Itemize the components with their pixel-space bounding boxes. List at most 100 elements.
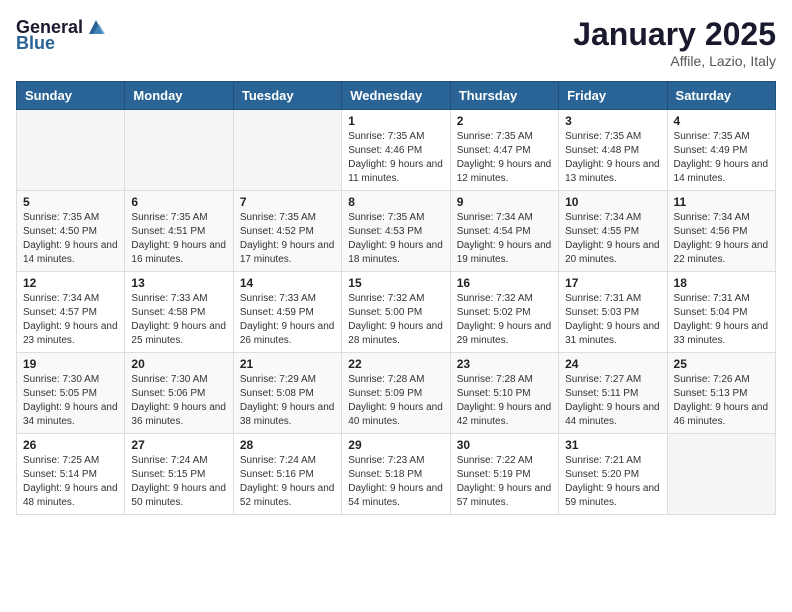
- day-info: Sunrise: 7:35 AMSunset: 4:46 PMDaylight:…: [348, 130, 443, 186]
- weekday-header: Wednesday: [342, 82, 450, 110]
- day-info: Sunrise: 7:35 AMSunset: 4:48 PMDaylight:…: [565, 130, 660, 186]
- day-info: Sunrise: 7:24 AMSunset: 5:16 PMDaylight:…: [240, 454, 335, 510]
- day-info: Sunrise: 7:27 AMSunset: 5:11 PMDaylight:…: [565, 373, 660, 429]
- day-number: 21: [240, 357, 335, 371]
- calendar-cell: 16 Sunrise: 7:32 AMSunset: 5:02 PMDayligh…: [450, 272, 558, 353]
- day-number: 2: [457, 114, 552, 128]
- day-number: 22: [348, 357, 443, 371]
- calendar-week-row: 26 Sunrise: 7:25 AMSunset: 5:14 PMDayligh…: [17, 434, 776, 515]
- day-number: 7: [240, 195, 335, 209]
- calendar-cell: 11 Sunrise: 7:34 AMSunset: 4:56 PMDayligh…: [667, 191, 775, 272]
- day-number: 6: [131, 195, 226, 209]
- calendar-cell: 27 Sunrise: 7:24 AMSunset: 5:15 PMDayligh…: [125, 434, 233, 515]
- weekday-header: Friday: [559, 82, 667, 110]
- calendar-cell: 3 Sunrise: 7:35 AMSunset: 4:48 PMDaylight…: [559, 110, 667, 191]
- day-number: 1: [348, 114, 443, 128]
- day-number: 27: [131, 438, 226, 452]
- calendar-week-row: 1 Sunrise: 7:35 AMSunset: 4:46 PMDaylight…: [17, 110, 776, 191]
- day-info: Sunrise: 7:30 AMSunset: 5:06 PMDaylight:…: [131, 373, 226, 429]
- day-number: 28: [240, 438, 335, 452]
- day-number: 3: [565, 114, 660, 128]
- day-number: 12: [23, 276, 118, 290]
- location: Affile, Lazio, Italy: [573, 53, 776, 69]
- logo-blue: Blue: [16, 34, 55, 52]
- weekday-header: Tuesday: [233, 82, 341, 110]
- day-info: Sunrise: 7:35 AMSunset: 4:52 PMDaylight:…: [240, 211, 335, 267]
- day-number: 11: [674, 195, 769, 209]
- calendar-cell: 17 Sunrise: 7:31 AMSunset: 5:03 PMDayligh…: [559, 272, 667, 353]
- day-number: 17: [565, 276, 660, 290]
- calendar-cell: [233, 110, 341, 191]
- day-number: 5: [23, 195, 118, 209]
- calendar-cell: 7 Sunrise: 7:35 AMSunset: 4:52 PMDaylight…: [233, 191, 341, 272]
- calendar-cell: 6 Sunrise: 7:35 AMSunset: 4:51 PMDaylight…: [125, 191, 233, 272]
- day-info: Sunrise: 7:31 AMSunset: 5:04 PMDaylight:…: [674, 292, 769, 348]
- day-info: Sunrise: 7:35 AMSunset: 4:47 PMDaylight:…: [457, 130, 552, 186]
- calendar-cell: 29Sunrise: 7:23 AMSunset: 5:18 PMDayligh…: [342, 434, 450, 515]
- day-info: Sunrise: 7:34 AMSunset: 4:54 PMDaylight:…: [457, 211, 552, 267]
- calendar-cell: 20 Sunrise: 7:30 AMSunset: 5:06 PMDayligh…: [125, 353, 233, 434]
- calendar-cell: [17, 110, 125, 191]
- day-number: 31: [565, 438, 660, 452]
- day-number: 13: [131, 276, 226, 290]
- day-info: Sunrise: 7:32 AMSunset: 5:00 PMDaylight:…: [348, 292, 443, 348]
- calendar-cell: 19 Sunrise: 7:30 AMSunset: 5:05 PMDayligh…: [17, 353, 125, 434]
- calendar-cell: 9 Sunrise: 7:34 AMSunset: 4:54 PMDaylight…: [450, 191, 558, 272]
- calendar-cell: 31 Sunrise: 7:21 AMSunset: 5:20 PMDayligh…: [559, 434, 667, 515]
- day-info: Sunrise: 7:23 AMSunset: 5:18 PMDaylight:…: [348, 454, 443, 510]
- calendar-cell: 4Sunrise: 7:35 AMSunset: 4:49 PMDaylight…: [667, 110, 775, 191]
- calendar-cell: 30Sunrise: 7:22 AMSunset: 5:19 PMDayligh…: [450, 434, 558, 515]
- day-info: Sunrise: 7:35 AMSunset: 4:53 PMDaylight:…: [348, 211, 443, 267]
- calendar-cell: 5Sunrise: 7:35 AMSunset: 4:50 PMDaylight…: [17, 191, 125, 272]
- calendar-header-row: SundayMondayTuesdayWednesdayThursdayFrid…: [17, 82, 776, 110]
- calendar-cell: 28 Sunrise: 7:24 AMSunset: 5:16 PMDayligh…: [233, 434, 341, 515]
- day-info: Sunrise: 7:32 AMSunset: 5:02 PMDaylight:…: [457, 292, 552, 348]
- day-info: Sunrise: 7:28 AMSunset: 5:09 PMDaylight:…: [348, 373, 443, 429]
- calendar-cell: 12Sunrise: 7:34 AMSunset: 4:57 PMDayligh…: [17, 272, 125, 353]
- calendar-cell: [125, 110, 233, 191]
- day-info: Sunrise: 7:34 AMSunset: 4:55 PMDaylight:…: [565, 211, 660, 267]
- day-info: Sunrise: 7:35 AMSunset: 4:51 PMDaylight:…: [131, 211, 226, 267]
- day-number: 15: [348, 276, 443, 290]
- calendar-cell: 21 Sunrise: 7:29 AMSunset: 5:08 PMDayligh…: [233, 353, 341, 434]
- day-info: Sunrise: 7:31 AMSunset: 5:03 PMDaylight:…: [565, 292, 660, 348]
- day-number: 20: [131, 357, 226, 371]
- day-info: Sunrise: 7:29 AMSunset: 5:08 PMDaylight:…: [240, 373, 335, 429]
- day-info: Sunrise: 7:30 AMSunset: 5:05 PMDaylight:…: [23, 373, 118, 429]
- calendar-cell: 15 Sunrise: 7:32 AMSunset: 5:00 PMDayligh…: [342, 272, 450, 353]
- calendar-week-row: 12Sunrise: 7:34 AMSunset: 4:57 PMDayligh…: [17, 272, 776, 353]
- day-info: Sunrise: 7:28 AMSunset: 5:10 PMDaylight:…: [457, 373, 552, 429]
- day-number: 23: [457, 357, 552, 371]
- day-info: Sunrise: 7:35 AMSunset: 4:49 PMDaylight:…: [674, 130, 769, 186]
- calendar-week-row: 5Sunrise: 7:35 AMSunset: 4:50 PMDaylight…: [17, 191, 776, 272]
- day-info: Sunrise: 7:33 AMSunset: 4:58 PMDaylight:…: [131, 292, 226, 348]
- logo: General Blue: [16, 16, 107, 52]
- month-title: January 2025: [573, 16, 776, 53]
- calendar-cell: 2 Sunrise: 7:35 AMSunset: 4:47 PMDaylight…: [450, 110, 558, 191]
- calendar-cell: 26 Sunrise: 7:25 AMSunset: 5:14 PMDayligh…: [17, 434, 125, 515]
- calendar-cell: 18Sunrise: 7:31 AMSunset: 5:04 PMDayligh…: [667, 272, 775, 353]
- day-info: Sunrise: 7:24 AMSunset: 5:15 PMDaylight:…: [131, 454, 226, 510]
- day-number: 26: [23, 438, 118, 452]
- weekday-header: Thursday: [450, 82, 558, 110]
- calendar-cell: 1 Sunrise: 7:35 AMSunset: 4:46 PMDaylight…: [342, 110, 450, 191]
- weekday-header: Monday: [125, 82, 233, 110]
- page-header: General Blue January 2025 Affile, Lazio,…: [16, 16, 776, 69]
- day-number: 16: [457, 276, 552, 290]
- calendar-cell: 10Sunrise: 7:34 AMSunset: 4:55 PMDayligh…: [559, 191, 667, 272]
- day-info: Sunrise: 7:34 AMSunset: 4:56 PMDaylight:…: [674, 211, 769, 267]
- calendar-cell: 14Sunrise: 7:33 AMSunset: 4:59 PMDayligh…: [233, 272, 341, 353]
- weekday-header: Sunday: [17, 82, 125, 110]
- title-block: January 2025 Affile, Lazio, Italy: [573, 16, 776, 69]
- calendar-cell: 8Sunrise: 7:35 AMSunset: 4:53 PMDaylight…: [342, 191, 450, 272]
- logo-icon: [85, 16, 107, 38]
- day-number: 14: [240, 276, 335, 290]
- day-number: 9: [457, 195, 552, 209]
- day-info: Sunrise: 7:25 AMSunset: 5:14 PMDaylight:…: [23, 454, 118, 510]
- calendar-cell: 25Sunrise: 7:26 AMSunset: 5:13 PMDayligh…: [667, 353, 775, 434]
- day-number: 19: [23, 357, 118, 371]
- day-info: Sunrise: 7:21 AMSunset: 5:20 PMDaylight:…: [565, 454, 660, 510]
- day-number: 25: [674, 357, 769, 371]
- calendar-table: SundayMondayTuesdayWednesdayThursdayFrid…: [16, 81, 776, 515]
- day-number: 24: [565, 357, 660, 371]
